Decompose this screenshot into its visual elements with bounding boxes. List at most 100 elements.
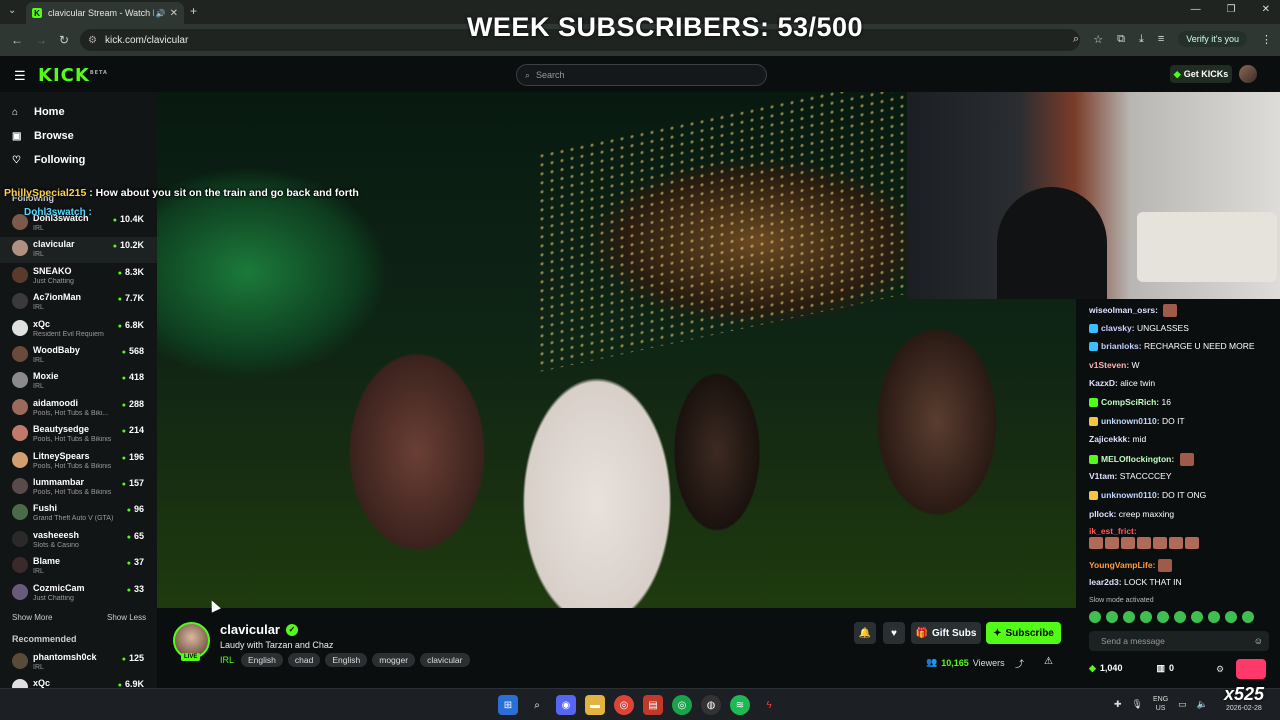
user-avatar[interactable] [1239, 65, 1257, 83]
sidebar-recommended-phantomsh0ck[interactable]: phantomsh0ck IRL 125 [0, 650, 157, 676]
report-warning-icon[interactable]: ⚠ [1044, 656, 1053, 667]
sidebar-channel-sneako[interactable]: SNEAKOJust Chatting 8.3K [0, 264, 157, 290]
channel-viewers: 6.8K [118, 320, 144, 330]
chat-username[interactable]: wiseolman_osrs: [1089, 305, 1158, 315]
sidebar-channel-aidamoodi[interactable]: aidamoodiPools, Hot Tubs & Biki... 288 [0, 396, 157, 422]
obs-icon[interactable]: ◍ [701, 695, 721, 715]
stream-tag[interactable]: clavicular [420, 653, 470, 667]
streamer-name[interactable]: clavicular ✓ [220, 622, 298, 637]
sidebar-channel-blame[interactable]: BlameIRL 37 [0, 554, 157, 580]
chat-username[interactable]: clavsky: [1101, 323, 1135, 333]
chrome-icon[interactable]: ◎ [614, 695, 634, 715]
quick-emote-bar[interactable] [1089, 611, 1254, 623]
language-indicator[interactable]: ENG US [1153, 695, 1168, 713]
search-input[interactable]: ⌕ Search [516, 64, 767, 86]
sidebar-channel-cozmiccam[interactable]: CozmicCamJust Chatting 33 [0, 581, 157, 607]
sidebar-channel-vasheeesh[interactable]: vasheeeshSlots & Casino 65 [0, 528, 157, 554]
new-tab-button[interactable]: + [190, 4, 197, 18]
chat-username[interactable]: ik_est_frict: [1089, 526, 1137, 536]
stream-info-bar: LIVE clavicular ✓ Laudy with Tarzan and C… [157, 608, 1076, 688]
volume-icon[interactable]: 🔈 [1197, 699, 1208, 710]
stream-tag[interactable]: English [241, 653, 283, 667]
chat-settings-icon[interactable]: ⚙ [1216, 664, 1224, 675]
follow-heart-button[interactable]: ♥ [883, 622, 905, 644]
hamburger-menu-icon[interactable]: ☰ [14, 68, 26, 84]
show-less-link[interactable]: Show Less [107, 613, 146, 622]
close-window-icon[interactable]: ✕ [1262, 4, 1270, 15]
emoji-picker-icon[interactable]: ☺ [1254, 636, 1263, 646]
bolt-icon[interactable]: ϟ [759, 695, 779, 715]
chat-username[interactable]: V1tam: [1089, 471, 1117, 481]
chat-username[interactable]: KazxD: [1089, 378, 1118, 388]
chat-username[interactable]: pllock: [1089, 509, 1116, 519]
media-icon[interactable]: ≡ [1158, 33, 1164, 45]
sidebar-home[interactable]: ⌂ Home [12, 106, 65, 118]
browser-tab[interactable]: K clavicular Stream - Watch Li 🔊 ✕ [26, 2, 184, 24]
stream-category[interactable]: IRL [220, 655, 234, 665]
kicks-balance[interactable]: ◆ 1,040 [1089, 663, 1122, 674]
notification-bell-button[interactable]: 🔔 [854, 622, 876, 644]
share-icon[interactable]: ⤴ [1015, 657, 1024, 670]
back-icon[interactable]: ← [6, 33, 28, 47]
network-icon[interactable]: ▭ [1178, 699, 1187, 710]
show-more-link[interactable]: Show More [12, 613, 52, 622]
site-info-icon[interactable]: ⚙ [88, 35, 97, 46]
gift-balance[interactable]: ▥ 0 [1156, 663, 1174, 674]
kick-logo[interactable]: KICKBETA [38, 65, 108, 86]
speaker-icon[interactable]: 🔊 [156, 9, 166, 18]
menu-dots-icon[interactable]: ⋮ [1261, 33, 1272, 46]
discord-icon[interactable]: ◉ [556, 695, 576, 715]
chat-text: DO IT [1161, 415, 1185, 426]
stream-tag[interactable]: mogger [372, 653, 416, 667]
obs-app-icon[interactable]: ▤ [643, 695, 663, 715]
verify-button[interactable]: Verify it's you [1178, 31, 1247, 47]
sidebar-channel-xqc[interactable]: xQcResident Evil Requiem 6.8K [0, 317, 157, 343]
sidebar-channel-ac7ionman[interactable]: Ac7ionManIRL 7.7K [0, 290, 157, 316]
chat-username[interactable]: CompSciRich: [1101, 397, 1159, 407]
chat-username[interactable]: brianloks: [1101, 341, 1142, 351]
close-tab-icon[interactable]: ✕ [170, 8, 178, 19]
sidebar-channel-litneyspears[interactable]: LitneySpearsPools, Hot Tubs & Bikinis 196 [0, 449, 157, 475]
zoom-icon[interactable]: ⌕ [1073, 33, 1079, 46]
tray-app-icon[interactable]: ✚ [1114, 699, 1122, 710]
send-message-input[interactable]: Send a message ☺ [1089, 631, 1269, 651]
chat-username[interactable]: YoungVampLife: [1089, 560, 1155, 570]
chat-username[interactable]: v1Steven: [1089, 360, 1129, 370]
get-kicks-button[interactable]: ◆ Get KICKs [1170, 65, 1232, 83]
stream-tag[interactable]: English [325, 653, 368, 667]
chat-username[interactable]: lear2d3: [1089, 577, 1122, 587]
sidebar-channel-clavicular[interactable]: clavicularIRL 10.2K [0, 237, 157, 264]
spotify-icon[interactable]: ≋ [730, 695, 750, 715]
start-icon[interactable]: ⊞ [498, 695, 518, 715]
tab-list-chevron-icon[interactable]: ⌄ [8, 5, 16, 16]
download-icon[interactable]: ⤓ [1139, 33, 1144, 46]
sidebar-browse[interactable]: ▣ Browse [12, 130, 74, 142]
minimize-icon[interactable]: — [1191, 4, 1201, 15]
browser-app-icon[interactable]: ◎ [672, 695, 692, 715]
chat-send-button[interactable] [1236, 659, 1266, 679]
sidebar-channel-lummambar[interactable]: lummambar Pools, Hot Tubs & Bikinis 157 [0, 475, 157, 501]
subscribe-button[interactable]: ✦ Subscribe [986, 622, 1061, 644]
chat-username[interactable]: unknown0110: [1101, 490, 1160, 500]
maximize-icon[interactable]: ❐ [1227, 4, 1236, 15]
sidebar-channel-beautysedge[interactable]: BeautysedgePools, Hot Tubs & Bikinis 214 [0, 422, 157, 448]
sidebar-channel-fushi[interactable]: FushiGrand Theft Auto V (GTA) 96 [0, 501, 157, 527]
chat-username[interactable]: MELOflockington: [1101, 454, 1174, 464]
gift-subs-button[interactable]: 🎁 Gift Subs [911, 622, 981, 644]
extensions-icon[interactable]: ⧉ [1117, 33, 1125, 46]
folder-icon[interactable]: ▬ [585, 695, 605, 715]
sidebar-following[interactable]: ♡ Following [12, 154, 85, 166]
bookmark-star-icon[interactable]: ☆ [1093, 33, 1103, 46]
forward-icon[interactable]: → [30, 33, 52, 47]
heart-icon: ♥ [891, 627, 897, 639]
clock-date[interactable]: 2026-02-28 [1226, 705, 1262, 712]
sidebar-channel-moxie[interactable]: MoxieIRL 418 [0, 369, 157, 395]
emote-spam-row [1089, 537, 1269, 549]
reload-icon[interactable]: ↻ [53, 33, 75, 47]
stream-tag[interactable]: chad [287, 653, 321, 667]
microphone-icon[interactable]: 🎙 [1132, 699, 1143, 710]
sidebar-channel-woodbaby[interactable]: WoodBaby IRL 568 [0, 343, 157, 369]
search-icon[interactable]: ⌕ [527, 695, 547, 715]
chat-username[interactable]: unknown0110: [1101, 416, 1160, 426]
chat-username[interactable]: Zajicekkk: [1089, 434, 1130, 444]
